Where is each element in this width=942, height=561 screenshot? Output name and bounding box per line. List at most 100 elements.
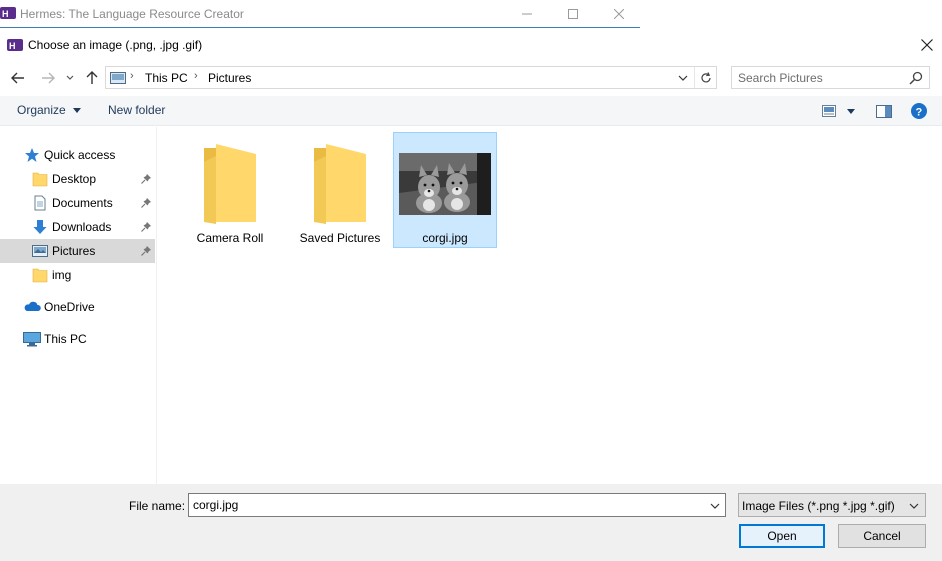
file-name: corgi.jpg	[422, 231, 468, 245]
file-item-corgi[interactable]: corgi.jpg	[393, 132, 497, 248]
search-icon[interactable]	[909, 71, 923, 85]
file-type-select[interactable]: Image Files (*.png *.jpg *.gif)	[738, 493, 926, 517]
close-icon	[614, 9, 624, 19]
search-input[interactable]	[732, 67, 907, 88]
file-name-input[interactable]	[189, 494, 699, 516]
chevron-down-icon	[710, 503, 720, 509]
sidebar-item-label: Pictures	[52, 244, 96, 258]
sidebar-item-quick-access[interactable]: Quick access	[0, 143, 155, 167]
command-toolbar: Organize New folder ?	[0, 96, 942, 126]
file-name-label: File name:	[129, 499, 186, 513]
sidebar-item-label: This PC	[44, 332, 87, 346]
forward-arrow-icon	[42, 72, 55, 84]
sidebar-item-pictures[interactable]: Pictures	[0, 239, 155, 263]
sidebar-item-onedrive[interactable]: OneDrive	[0, 295, 155, 319]
change-view-button[interactable]	[822, 102, 855, 120]
download-icon	[32, 219, 48, 235]
cancel-button[interactable]: Cancel	[838, 524, 926, 548]
up-button[interactable]	[81, 67, 103, 89]
sidebar-item-label: Desktop	[52, 172, 97, 186]
pin-icon[interactable]	[140, 197, 152, 209]
search-box[interactable]	[731, 66, 930, 89]
hermes-app-icon: H	[0, 6, 16, 20]
pictures-icon	[110, 72, 126, 84]
chevron-down-icon	[678, 75, 688, 81]
preview-pane-button[interactable]	[876, 102, 892, 120]
refresh-button[interactable]	[694, 67, 716, 88]
file-name-combobox[interactable]	[188, 493, 726, 517]
open-file-dialog: H Choose an image (.png, .jpg .gif) › Th…	[0, 29, 942, 561]
sidebar-item-desktop[interactable]: Desktop	[0, 167, 155, 191]
file-item-saved-pictures[interactable]: Saved Pictures	[288, 132, 392, 248]
navigation-pane: Quick access Desktop Documents Downloads…	[0, 127, 157, 484]
new-folder-button[interactable]: New folder	[108, 103, 165, 117]
documents-icon	[32, 195, 48, 211]
chevron-down-icon	[909, 503, 919, 509]
parent-close-button[interactable]	[596, 0, 642, 28]
refresh-icon	[700, 71, 711, 82]
dialog-title: Choose an image (.png, .jpg .gif)	[28, 38, 203, 52]
pin-icon[interactable]	[140, 245, 152, 257]
view-options-icon	[822, 105, 836, 117]
sidebar-item-label: Quick access	[44, 148, 116, 162]
recent-locations-button[interactable]	[60, 67, 80, 89]
help-icon: ?	[911, 103, 927, 119]
sidebar-item-downloads[interactable]: Downloads	[0, 215, 155, 239]
help-button[interactable]: ?	[911, 102, 927, 120]
sidebar-item-label: Downloads	[52, 220, 112, 234]
dropdown-triangle-icon	[73, 108, 82, 114]
maximize-icon	[568, 9, 578, 19]
sidebar-item-label: img	[52, 268, 72, 282]
minimize-icon	[522, 13, 532, 15]
folder-icon	[179, 139, 281, 229]
chevron-down-icon	[66, 75, 74, 80]
sidebar-item-documents[interactable]: Documents	[0, 191, 155, 215]
folder-icon	[32, 171, 48, 187]
file-name-dropdown-button[interactable]	[708, 499, 722, 513]
organize-menu[interactable]: Organize	[17, 103, 82, 117]
dropdown-triangle-icon	[847, 108, 855, 114]
image-thumbnail	[394, 139, 496, 229]
forward-button[interactable]	[37, 67, 59, 89]
svg-text:H: H	[9, 41, 16, 51]
sidebar-item-this-pc[interactable]: This PC	[0, 327, 155, 351]
back-arrow-icon	[11, 72, 24, 84]
preview-pane-icon	[876, 104, 892, 118]
maximize-button[interactable]	[550, 0, 596, 28]
up-arrow-icon	[86, 71, 98, 84]
dialog-titlebar: H Choose an image (.png, .jpg .gif)	[0, 29, 942, 60]
organize-label: Organize	[17, 103, 66, 117]
folder-icon	[32, 267, 48, 283]
star-icon	[24, 147, 40, 163]
file-name: Camera Roll	[196, 231, 264, 245]
minimize-button[interactable]	[504, 0, 550, 28]
breadcrumb-this-pc[interactable]: This PC	[145, 71, 188, 85]
back-button[interactable]	[7, 67, 29, 89]
pin-icon[interactable]	[140, 221, 152, 233]
svg-text:?: ?	[916, 107, 923, 119]
close-icon	[921, 38, 933, 51]
address-dropdown-button[interactable]	[676, 71, 690, 85]
file-type-value: Image Files (*.png *.jpg *.gif)	[742, 499, 895, 513]
breadcrumb-separator-icon: ›	[130, 70, 134, 82]
folder-icon	[289, 139, 391, 229]
breadcrumb-separator-icon: ›	[194, 70, 198, 82]
file-name: Saved Pictures	[299, 231, 381, 245]
sidebar-item-img[interactable]: img	[0, 263, 155, 287]
file-item-camera-roll[interactable]: Camera Roll	[178, 132, 282, 248]
pictures-icon	[32, 243, 48, 259]
breadcrumb-pictures[interactable]: Pictures	[208, 71, 251, 85]
dialog-footer: File name: Image Files (*.png *.jpg *.gi…	[0, 484, 942, 561]
sidebar-item-label: OneDrive	[44, 300, 95, 314]
file-type-dropdown-button[interactable]	[907, 499, 921, 513]
computer-icon	[23, 331, 41, 347]
parent-window-titlebar: H Hermes: The Language Resource Creator	[0, 0, 640, 28]
cloud-icon	[23, 299, 41, 315]
pin-icon[interactable]	[140, 173, 152, 185]
address-bar[interactable]: › This PC › Pictures	[105, 66, 717, 89]
open-button[interactable]: Open	[739, 524, 825, 548]
hermes-app-icon: H	[7, 38, 23, 52]
dialog-close-button[interactable]	[912, 29, 942, 60]
file-list-view[interactable]: Camera Roll Saved Pictures corgi.jpg	[158, 127, 942, 484]
svg-text:H: H	[2, 9, 9, 19]
